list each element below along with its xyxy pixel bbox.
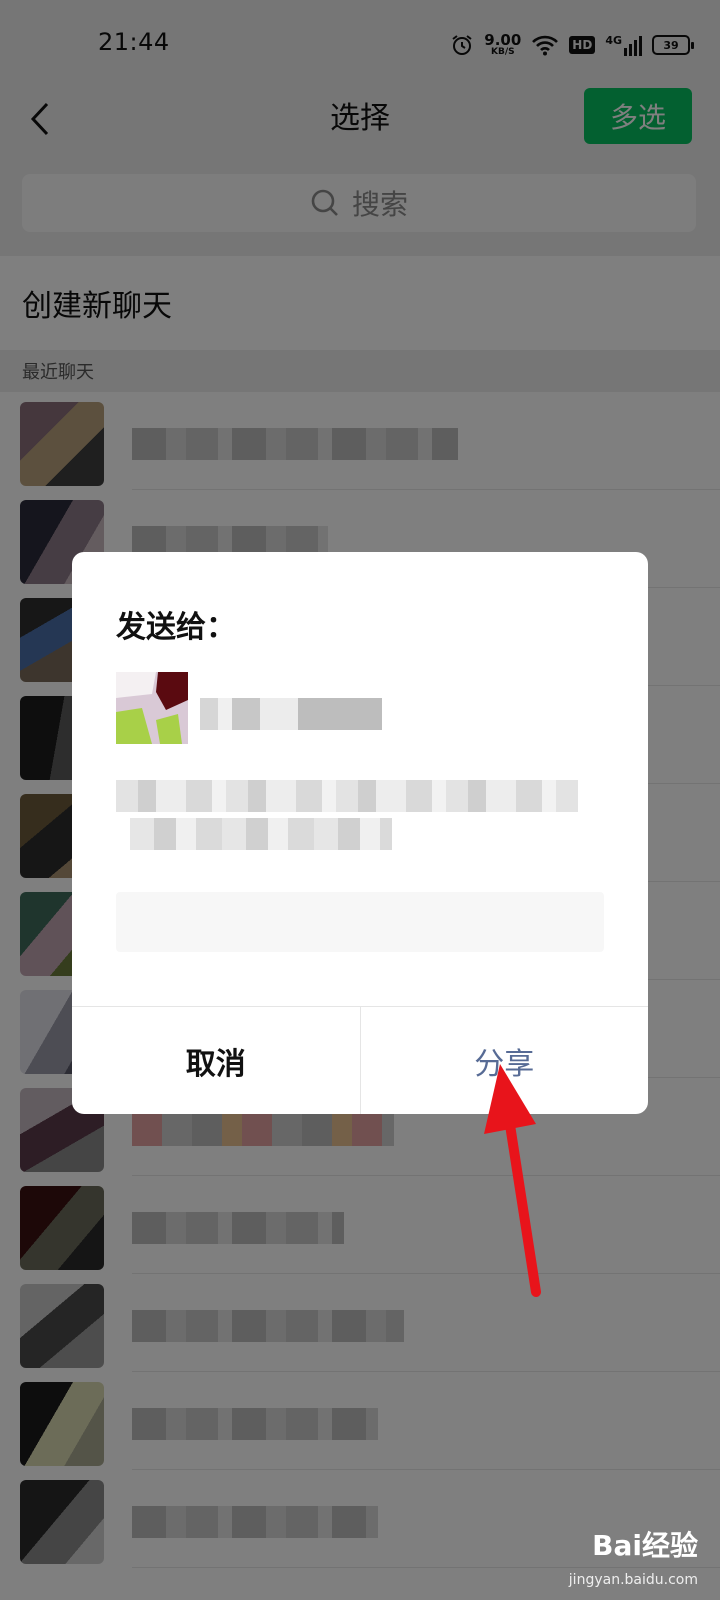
shared-content-blurred bbox=[130, 818, 392, 850]
dialog-actions: 取消 分享 bbox=[72, 1006, 648, 1114]
watermark-url: jingyan.baidu.com bbox=[568, 1572, 698, 1588]
shared-content-blurred bbox=[116, 780, 578, 812]
annotation-arrow-icon bbox=[484, 1064, 541, 1297]
watermark-logo: Bai经验 bbox=[592, 1529, 698, 1562]
message-input[interactable] bbox=[116, 892, 604, 952]
send-to-dialog: 发送给： 取消 分享 bbox=[72, 552, 648, 1114]
cancel-button[interactable]: 取消 bbox=[72, 1007, 361, 1114]
recipient-name-blurred bbox=[200, 698, 382, 730]
recipient-avatar-image bbox=[116, 672, 188, 744]
dialog-title: 发送给： bbox=[116, 610, 236, 645]
recipient-avatar bbox=[116, 672, 188, 744]
baidu-watermark: Bai经验 jingyan.baidu.com bbox=[548, 1524, 698, 1588]
